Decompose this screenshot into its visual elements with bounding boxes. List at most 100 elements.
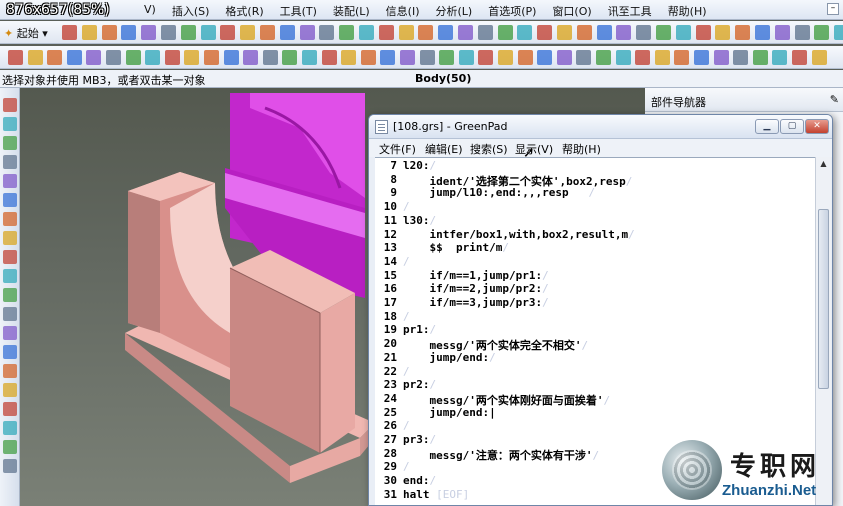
- code-line[interactable]: 18 /: [375, 310, 815, 324]
- feature-icon[interactable]: [498, 50, 513, 65]
- side-tool-icon[interactable]: [3, 212, 17, 226]
- tool-icon[interactable]: [596, 25, 612, 40]
- side-tool-icon[interactable]: [3, 193, 17, 207]
- menu-help[interactable]: 帮助(H): [562, 141, 601, 157]
- tool-icon[interactable]: [398, 25, 414, 40]
- feature-icon[interactable]: [478, 50, 494, 65]
- feature-icon[interactable]: [458, 50, 474, 65]
- feature-icon[interactable]: [772, 50, 788, 65]
- side-tool-icon[interactable]: [3, 307, 17, 321]
- tool-icon[interactable]: [656, 25, 671, 40]
- tool-icon[interactable]: [517, 25, 533, 40]
- code-line[interactable]: 17 if/m==3,jump/pr3:/: [375, 296, 815, 310]
- scroll-thumb[interactable]: [818, 209, 829, 389]
- feature-icon[interactable]: [439, 50, 455, 65]
- feature-icon[interactable]: [596, 50, 611, 65]
- close-button[interactable]: ✕: [805, 119, 829, 134]
- host-menu-item[interactable]: 分析(L): [428, 3, 481, 19]
- tool-icon[interactable]: [121, 25, 137, 40]
- side-tool-icon[interactable]: [3, 155, 17, 169]
- feature-icon[interactable]: [106, 50, 121, 65]
- side-tool-icon[interactable]: [3, 383, 17, 397]
- code-line[interactable]: 11 l30:/: [375, 214, 815, 228]
- feature-icon[interactable]: [223, 50, 239, 65]
- code-line[interactable]: 22 /: [375, 365, 815, 379]
- code-line[interactable]: 25 jump/end:|: [375, 406, 815, 420]
- tool-icon[interactable]: [438, 25, 454, 40]
- side-tool-icon[interactable]: [3, 402, 17, 416]
- scroll-up-icon[interactable]: ▲: [817, 159, 830, 171]
- tool-icon[interactable]: [62, 25, 77, 40]
- host-menu-item[interactable]: 装配(L): [325, 3, 378, 19]
- code-line[interactable]: 8 ident/'选择第二个实体',box2,resp/: [375, 173, 815, 188]
- feature-icon[interactable]: [27, 50, 43, 65]
- tool-icon[interactable]: [636, 25, 652, 40]
- side-tool-icon[interactable]: [3, 269, 17, 283]
- tool-icon[interactable]: [81, 25, 97, 40]
- feature-icon[interactable]: [792, 50, 807, 65]
- tool-icon[interactable]: [695, 25, 711, 40]
- tool-icon[interactable]: [101, 25, 117, 40]
- host-menu-item[interactable]: 格式(R): [217, 3, 271, 19]
- side-tool-icon[interactable]: [3, 250, 17, 264]
- code-line[interactable]: 7 l20:/: [375, 159, 815, 173]
- tool-icon[interactable]: [279, 25, 295, 40]
- feature-icon[interactable]: [811, 50, 827, 65]
- maximize-button[interactable]: ▢: [780, 119, 804, 134]
- tool-icon[interactable]: [715, 25, 731, 40]
- code-line[interactable]: 21 jump/end:/: [375, 351, 815, 365]
- tool-icon[interactable]: [220, 25, 236, 40]
- feature-icon[interactable]: [47, 50, 63, 65]
- feature-icon[interactable]: [380, 50, 396, 65]
- tool-icon[interactable]: [418, 25, 434, 40]
- tool-icon[interactable]: [161, 25, 176, 40]
- minimize-button[interactable]: ▁: [755, 119, 779, 134]
- feature-icon[interactable]: [537, 50, 553, 65]
- host-menu-item[interactable]: 工具(T): [272, 3, 325, 19]
- code-line[interactable]: 9 jump/l10:,end:,,,resp /: [375, 186, 815, 200]
- code-line[interactable]: 24 messg/'两个实体刚好面与面挨着'/: [375, 392, 815, 407]
- code-line[interactable]: 20 messg/'两个实体完全不相交'/: [375, 337, 815, 352]
- menu-file[interactable]: 文件(F): [379, 141, 416, 157]
- tool-icon[interactable]: [339, 25, 355, 40]
- tool-icon[interactable]: [240, 25, 256, 40]
- tool-icon[interactable]: [141, 25, 157, 40]
- host-menu-item[interactable]: 讯至工具: [600, 3, 660, 19]
- feature-icon[interactable]: [694, 50, 709, 65]
- tool-icon[interactable]: [735, 25, 751, 40]
- host-menu-item[interactable]: 信息(I): [378, 3, 428, 19]
- side-tool-icon[interactable]: [3, 364, 17, 378]
- side-tool-icon[interactable]: [3, 459, 17, 473]
- menu-edit[interactable]: 编辑(E): [425, 141, 463, 157]
- side-tool-icon[interactable]: [3, 136, 17, 150]
- tool-icon[interactable]: [537, 25, 553, 40]
- feature-icon[interactable]: [164, 50, 180, 65]
- feature-icon[interactable]: [752, 50, 768, 65]
- tool-icon[interactable]: [497, 25, 513, 40]
- tool-icon[interactable]: [814, 25, 830, 40]
- feature-icon[interactable]: [8, 50, 23, 65]
- feature-icon[interactable]: [243, 50, 259, 65]
- tool-icon[interactable]: [477, 25, 493, 40]
- tool-icon[interactable]: [359, 25, 374, 40]
- feature-icon[interactable]: [184, 50, 200, 65]
- code-line[interactable]: 12 intfer/box1,with,box2,result,m/: [375, 228, 815, 242]
- feature-icon[interactable]: [400, 50, 415, 65]
- side-tool-icon[interactable]: [3, 288, 17, 302]
- host-menu-item[interactable]: 插入(S): [164, 3, 218, 19]
- side-tool-icon[interactable]: [3, 231, 17, 245]
- code-line[interactable]: 10 /: [375, 200, 815, 214]
- code-line[interactable]: 14 /: [375, 255, 815, 269]
- feature-icon[interactable]: [615, 50, 631, 65]
- tool-icon[interactable]: [319, 25, 335, 40]
- feature-icon[interactable]: [419, 50, 435, 65]
- feature-icon[interactable]: [674, 50, 690, 65]
- tool-icon[interactable]: [378, 25, 394, 40]
- tool-icon[interactable]: [675, 25, 691, 40]
- side-tool-icon[interactable]: [3, 98, 17, 112]
- tool-icon[interactable]: [458, 25, 473, 40]
- host-menu-item[interactable]: 帮助(H): [660, 3, 715, 19]
- feature-icon[interactable]: [635, 50, 651, 65]
- feature-icon[interactable]: [86, 50, 102, 65]
- tool-icon[interactable]: [299, 25, 315, 40]
